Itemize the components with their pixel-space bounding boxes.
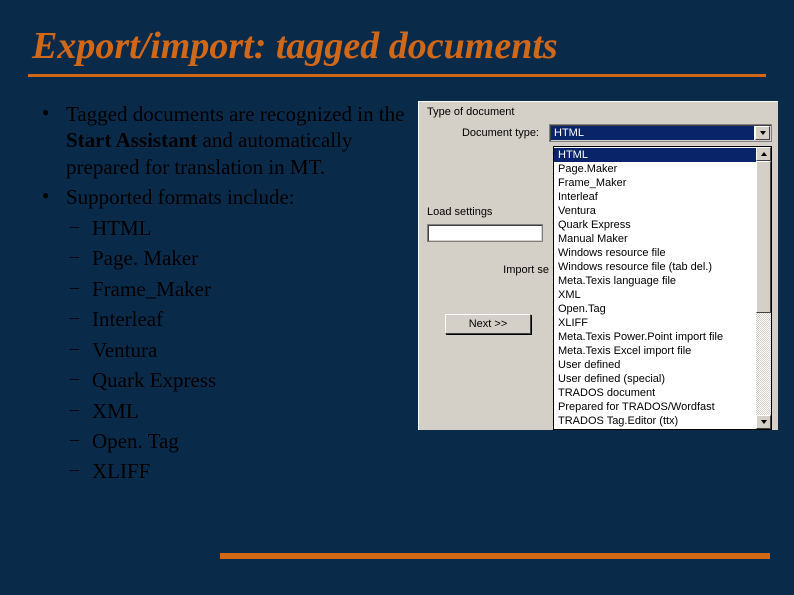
import-label: Import se [419, 264, 553, 276]
format-item: XML [66, 398, 410, 424]
scroll-track[interactable] [756, 161, 771, 415]
dropdown-item[interactable]: Prepared for TRADOS/Wordfast [554, 400, 771, 414]
dropdown-item[interactable]: XML [554, 288, 771, 302]
format-item: Page. Maker [66, 245, 410, 271]
format-item: Interleaf [66, 306, 410, 332]
text-content: Tagged documents are recognized in the S… [40, 101, 410, 489]
scroll-up-icon[interactable] [756, 147, 771, 161]
bullet-2-text: Supported formats include: [66, 185, 295, 209]
dropdown-item[interactable]: Page.Maker [554, 162, 771, 176]
bullet-1-pre: Tagged documents are recognized in the [66, 102, 404, 126]
next-button[interactable]: Next >> [445, 314, 531, 334]
dropdown-item[interactable]: Meta.Texis language file [554, 274, 771, 288]
dropdown-item[interactable]: HTML [554, 148, 771, 162]
bullet-1-bold: Start Assistant [66, 128, 197, 152]
dropdown-item[interactable]: Frame_Maker [554, 176, 771, 190]
format-item: HTML [66, 215, 410, 241]
scroll-thumb[interactable] [756, 161, 771, 313]
scroll-down-icon[interactable] [756, 415, 771, 429]
group-label: Type of document [419, 102, 778, 120]
settings-path-input[interactable] [427, 224, 543, 242]
dialog-panel: Type of document Document type: HTML Loa… [418, 101, 778, 430]
dropdown-item[interactable]: TRADOS Tag.Editor (ttx) [554, 414, 771, 428]
doc-type-dropdown[interactable]: HTML Page.Maker Frame_Maker Interleaf Ve… [553, 146, 772, 430]
dropdown-item[interactable]: Ventura [554, 204, 771, 218]
dropdown-item[interactable]: Windows resource file [554, 246, 771, 260]
load-settings-label: Load settings [427, 206, 545, 218]
doc-type-combo[interactable]: HTML [549, 124, 772, 142]
bullet-1: Tagged documents are recognized in the S… [40, 101, 410, 180]
dropdown-item[interactable]: Windows resource file (tab del.) [554, 260, 771, 274]
doc-type-label: Document type: [425, 127, 549, 139]
format-item: XLIFF [66, 458, 410, 484]
format-item: Frame_Maker [66, 276, 410, 302]
footer-decoration [160, 553, 770, 563]
format-item: Quark Express [66, 367, 410, 393]
format-item: Open. Tag [66, 428, 410, 454]
format-item: Ventura [66, 337, 410, 363]
dropdown-item[interactable]: Meta.Texis Power.Point import file [554, 330, 771, 344]
dropdown-item[interactable]: Interleaf [554, 190, 771, 204]
dropdown-item[interactable]: Quark Express [554, 218, 771, 232]
dropdown-item[interactable]: User defined [554, 358, 771, 372]
dropdown-item[interactable]: Manual Maker [554, 232, 771, 246]
dropdown-item[interactable]: User defined (special) [554, 372, 771, 386]
dropdown-item[interactable]: XLIFF [554, 316, 771, 330]
bullet-2: Supported formats include: HTML Page. Ma… [40, 184, 410, 485]
dropdown-item[interactable]: TRADOS document [554, 386, 771, 400]
dropdown-scrollbar[interactable] [756, 147, 771, 429]
dropdown-item[interactable]: Meta.Texis Excel import file [554, 344, 771, 358]
slide-title: Export/import: tagged documents [0, 0, 794, 74]
chevron-down-icon[interactable] [755, 126, 770, 140]
combo-selected-value: HTML [551, 126, 754, 140]
dropdown-item[interactable]: Open.Tag [554, 302, 771, 316]
